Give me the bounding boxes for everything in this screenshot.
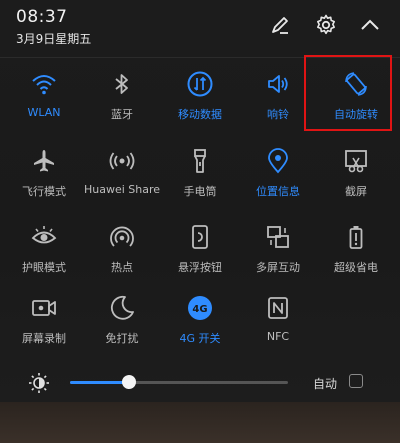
clock-time: 08:37 [16, 7, 68, 27]
tile-mobile-data[interactable]: 移动数据 [160, 70, 240, 140]
4g-icon: 4G [188, 296, 212, 320]
tile-flashlight[interactable]: 手电筒 [160, 147, 240, 217]
moon-icon [110, 295, 134, 320]
mobile-data-icon [187, 71, 213, 97]
eye-icon [31, 226, 57, 244]
tile-label: WLAN [27, 106, 61, 119]
wifi-icon [32, 75, 56, 95]
tile-label: 4G 开关 [179, 332, 221, 345]
auto-brightness-label: 自动 [313, 377, 338, 391]
tile-label: 移动数据 [178, 108, 222, 121]
quick-settings-panel: 08:37 3月9日星期五 WLAN 蓝牙 移动数据 响铃 自动旋转 飞行模式 … [0, 0, 400, 402]
tile-label: 免打扰 [105, 332, 139, 345]
screenshot-icon [345, 150, 367, 173]
tile-label: 飞行模式 [22, 185, 66, 198]
flashlight-icon [194, 149, 206, 173]
tile-bluetooth[interactable]: 蓝牙 [82, 70, 162, 140]
auto-rotate-highlight-box [304, 55, 392, 131]
tile-wlan[interactable]: WLAN [4, 70, 84, 140]
tile-label: NFC [266, 330, 290, 343]
tile-screen-record[interactable]: 屏幕录制 [4, 294, 84, 364]
tile-battery-saver[interactable]: 超级省电 [316, 223, 396, 293]
brightness-icon [29, 373, 49, 393]
tile-label: 超级省电 [334, 261, 378, 274]
wallpaper-strip [0, 402, 400, 443]
date-text: 3月9日星期五 [16, 32, 92, 46]
screen-record-icon [32, 300, 56, 316]
tile-eye-comfort[interactable]: 护眼模式 [4, 223, 84, 293]
tile-label: 悬浮按钮 [178, 261, 222, 274]
airplane-icon [34, 150, 54, 172]
multiscreen-icon [267, 226, 289, 248]
tile-4g[interactable]: 4G 4G 开关 [160, 294, 240, 364]
gear-icon[interactable] [314, 13, 338, 37]
tile-label: 手电筒 [183, 185, 217, 198]
tile-multiscreen[interactable]: 多屏互动 [238, 223, 318, 293]
tile-do-not-disturb[interactable]: 免打扰 [82, 294, 162, 364]
brightness-slider[interactable] [70, 375, 288, 389]
brightness-slider-fill [70, 381, 129, 384]
tile-screenshot[interactable]: 截屏 [316, 147, 396, 217]
tile-label: Huawei Share [83, 183, 161, 196]
tile-label: 屏幕录制 [22, 332, 66, 345]
tile-label: 截屏 [345, 185, 367, 198]
speaker-icon [268, 75, 288, 93]
location-icon [268, 148, 288, 174]
auto-brightness-checkbox[interactable] [349, 374, 363, 388]
tile-nfc[interactable]: NFC [238, 294, 318, 364]
tile-hotspot[interactable]: 热点 [82, 223, 162, 293]
huawei-share-icon [109, 152, 135, 170]
tile-label: 护眼模式 [22, 261, 66, 274]
nfc-icon [268, 297, 288, 319]
bluetooth-icon [115, 74, 128, 94]
tile-label: 多屏互动 [256, 261, 300, 274]
brightness-slider-thumb[interactable] [121, 375, 136, 389]
tile-airplane[interactable]: 飞行模式 [4, 147, 84, 217]
svg-text:4G: 4G [192, 304, 207, 315]
hotspot-icon [110, 226, 134, 247]
tile-floating-button[interactable]: 悬浮按钮 [160, 223, 240, 293]
tile-label: 热点 [111, 261, 133, 274]
battery-saver-icon [349, 226, 363, 249]
chevron-up-icon[interactable] [358, 13, 382, 37]
tile-label: 位置信息 [256, 185, 300, 198]
floating-button-icon [192, 225, 208, 249]
tile-huawei-share[interactable]: Huawei Share [82, 147, 162, 217]
tile-location[interactable]: 位置信息 [238, 147, 318, 217]
edit-icon[interactable] [268, 13, 292, 37]
tile-label: 蓝牙 [111, 108, 133, 121]
